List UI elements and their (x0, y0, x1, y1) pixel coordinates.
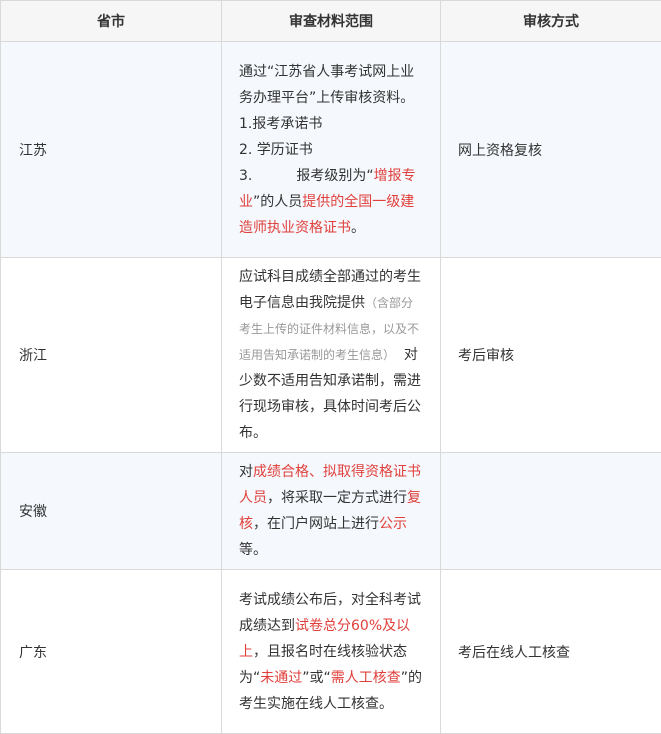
materials-cell: 对成绩合格、拟取得资格证书人员，将采取一定方式进行复核，在门户网站上进行公示等。 (222, 453, 441, 570)
highlight-text: 需人工核查 (331, 670, 401, 686)
province-cell: 江苏 (1, 42, 222, 258)
text-segment: ，将采取一定方式进行 (267, 490, 407, 506)
review-table: 省市 审查材料范围 审核方式 江苏 通过“江苏省人事考试网上业务办理平台”上传审… (0, 0, 661, 734)
header-materials: 审查材料范围 (222, 1, 441, 42)
materials-item: 3.报考级别为“增报专业”的人员提供的全国一级建造师执业资格证书。 (239, 163, 424, 241)
text-segment: 对 (239, 464, 253, 480)
table-row: 安徽 对成绩合格、拟取得资格证书人员，将采取一定方式进行复核，在门户网站上进行公… (1, 453, 661, 570)
header-row: 省市 审查材料范围 审核方式 (1, 1, 661, 42)
text-segment: 。 (351, 220, 365, 236)
header-province: 省市 (1, 1, 222, 42)
materials-cell: 通过“江苏省人事考试网上业务办理平台”上传审核资料。 1.报考承诺书 2. 学历… (222, 42, 441, 258)
text-segment: ，在门户网站上进行 (253, 516, 379, 532)
materials-cell: 考试成绩公布后，对全科考试成绩达到试卷总分60%及以上，且报名时在线核验状态为“… (222, 570, 441, 734)
province-cell: 安徽 (1, 453, 222, 570)
method-cell: 考后在线人工核查 (441, 570, 661, 734)
text-segment: ”或“ (302, 670, 331, 686)
text-segment: 报考级别为“ (296, 168, 373, 184)
item-number: 3. (239, 168, 252, 184)
text-segment: ”的人员 (253, 194, 302, 210)
highlight-text: 未通过 (260, 670, 302, 686)
text-segment: 等。 (239, 542, 267, 558)
province-cell: 浙江 (1, 258, 222, 453)
materials-cell: 应试科目成绩全部通过的考生电子信息由我院提供（含部分考生上传的证件材料信息，以及… (222, 258, 441, 453)
table-row: 浙江 应试科目成绩全部通过的考生电子信息由我院提供（含部分考生上传的证件材料信息… (1, 258, 661, 453)
province-cell: 广东 (1, 570, 222, 734)
method-cell (441, 453, 661, 570)
materials-item: 2. 学历证书 (239, 137, 424, 163)
materials-item: 1.报考承诺书 (239, 111, 424, 137)
method-cell: 考后审核 (441, 258, 661, 453)
table-row: 广东 考试成绩公布后，对全科考试成绩达到试卷总分60%及以上，且报名时在线核验状… (1, 570, 661, 734)
highlight-text: 公示 (379, 516, 407, 532)
materials-intro: 通过“江苏省人事考试网上业务办理平台”上传审核资料。 (239, 59, 424, 111)
method-cell: 网上资格复核 (441, 42, 661, 258)
header-method: 审核方式 (441, 1, 661, 42)
table-row: 江苏 通过“江苏省人事考试网上业务办理平台”上传审核资料。 1.报考承诺书 2.… (1, 42, 661, 258)
